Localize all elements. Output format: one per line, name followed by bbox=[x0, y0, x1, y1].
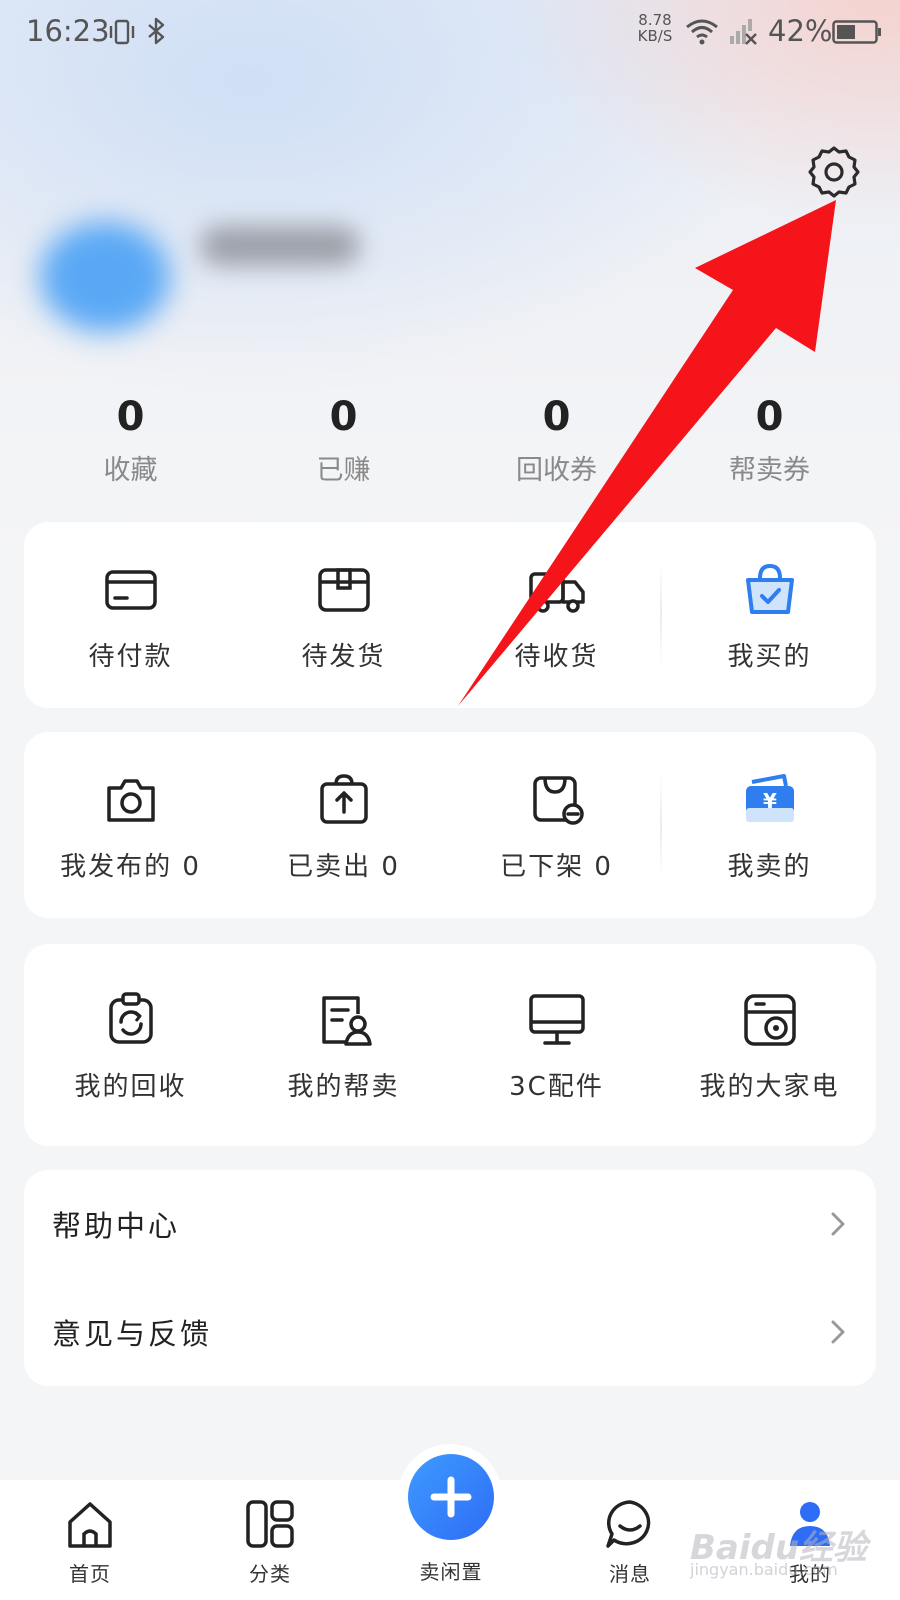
publish-button[interactable] bbox=[408, 1454, 494, 1540]
chevron-right-icon bbox=[831, 1320, 845, 1344]
category-icon bbox=[246, 1500, 294, 1548]
tab-label: 消息 bbox=[609, 1562, 651, 1586]
svg-text:¥: ¥ bbox=[763, 789, 777, 813]
tab-message[interactable]: 消息 bbox=[570, 1480, 690, 1600]
stat-favorites[interactable]: 0 收藏 bbox=[24, 392, 237, 492]
item-label: 待收货 bbox=[514, 641, 599, 672]
tab-label: 首页 bbox=[69, 1562, 111, 1586]
row-label: 意见与反馈 bbox=[52, 1317, 213, 1351]
sold-button[interactable]: 已卖出 0 bbox=[237, 768, 450, 883]
orders-card: 待付款 待发货 待收货 我买的 bbox=[24, 522, 876, 708]
monitor-icon bbox=[528, 993, 585, 1045]
bluetooth-icon bbox=[148, 17, 165, 45]
item-label: 已下架 0 bbox=[500, 851, 613, 882]
vibrate-icon bbox=[109, 19, 135, 45]
stats-row: 0 收藏 0 已赚 0 回收券 0 帮卖券 bbox=[24, 392, 876, 492]
wallet-yen-icon: ¥ bbox=[745, 773, 794, 822]
stat-value: 0 bbox=[542, 394, 571, 440]
item-label: 我的大家电 bbox=[699, 1071, 840, 1102]
item-label: 我的帮卖 bbox=[287, 1071, 400, 1102]
services-card: 我的回收 我的帮卖 3C配件 我的大家电 bbox=[24, 944, 876, 1146]
bag-minus-icon bbox=[532, 775, 584, 825]
upload-bag-icon bbox=[319, 773, 368, 824]
tab-home[interactable]: 首页 bbox=[30, 1480, 150, 1600]
avatar[interactable] bbox=[40, 222, 170, 332]
help-center-row[interactable]: 帮助中心 bbox=[52, 1170, 848, 1278]
feedback-row[interactable]: 意见与反馈 bbox=[52, 1278, 848, 1386]
stat-value: 0 bbox=[329, 394, 358, 440]
stat-value: 0 bbox=[116, 394, 145, 440]
recycle-icon bbox=[108, 991, 153, 1044]
plus-icon bbox=[430, 1476, 472, 1518]
3c-accessories-button[interactable]: 3C配件 bbox=[450, 988, 663, 1103]
my-listings-button[interactable]: 我发布的 0 bbox=[24, 768, 237, 883]
stat-value: 0 bbox=[755, 394, 784, 440]
appliance-icon bbox=[743, 993, 796, 1046]
stat-helpsell-coupons[interactable]: 0 帮卖券 bbox=[663, 392, 876, 492]
stat-label: 已赚 bbox=[316, 455, 371, 486]
my-appliances-button[interactable]: 我的大家电 bbox=[663, 988, 876, 1103]
network-speed-unit: KB/S bbox=[637, 27, 673, 45]
home-icon bbox=[68, 1502, 112, 1548]
tab-label: 分类 bbox=[249, 1562, 291, 1586]
delisted-button[interactable]: 已下架 0 bbox=[450, 768, 663, 883]
package-icon bbox=[317, 567, 370, 612]
stat-label: 回收券 bbox=[516, 455, 597, 486]
stat-label: 收藏 bbox=[103, 455, 158, 486]
row-label: 帮助中心 bbox=[52, 1209, 181, 1243]
item-label: 我买的 bbox=[727, 641, 812, 672]
battery-icon bbox=[832, 20, 881, 44]
card-icon bbox=[104, 569, 157, 610]
message-icon bbox=[606, 1500, 651, 1548]
stat-label: 帮卖券 bbox=[729, 455, 810, 486]
my-purchases-button[interactable]: 我买的 bbox=[663, 558, 876, 673]
stat-recycle-coupons[interactable]: 0 回收券 bbox=[450, 392, 663, 492]
help-list-card: 帮助中心 意见与反馈 bbox=[24, 1170, 876, 1386]
item-label: 待付款 bbox=[88, 641, 173, 672]
item-label: 我卖的 bbox=[727, 851, 812, 882]
tab-category[interactable]: 分类 bbox=[210, 1480, 330, 1600]
pending-receipt-button[interactable]: 待收货 bbox=[450, 558, 663, 673]
camera-icon bbox=[106, 778, 155, 822]
stat-earned[interactable]: 0 已赚 bbox=[237, 392, 450, 492]
my-helpsell-button[interactable]: 我的帮卖 bbox=[237, 988, 450, 1103]
network-speed-value: 8.78 bbox=[638, 11, 672, 29]
item-label: 3C配件 bbox=[509, 1071, 604, 1102]
helper-icon bbox=[321, 995, 372, 1046]
item-label: 我发布的 0 bbox=[60, 851, 201, 882]
signal-icon bbox=[730, 19, 757, 45]
battery-percent: 42% bbox=[768, 14, 833, 48]
watermark-url: jingyan.baidu.com bbox=[690, 1560, 838, 1579]
shopping-bag-icon bbox=[745, 563, 794, 614]
status-time: 16:23 bbox=[26, 14, 110, 48]
item-label: 已卖出 0 bbox=[287, 851, 400, 882]
truck-icon bbox=[528, 571, 585, 613]
chevron-right-icon bbox=[831, 1212, 845, 1236]
gear-icon[interactable] bbox=[806, 144, 862, 200]
my-recycle-button[interactable]: 我的回收 bbox=[24, 988, 237, 1103]
item-label: 我的回收 bbox=[74, 1071, 187, 1102]
pending-shipment-button[interactable]: 待发货 bbox=[237, 558, 450, 673]
selling-card: 我发布的 0 已卖出 0 已下架 0 ¥ 我卖的 bbox=[24, 732, 876, 918]
my-sales-button[interactable]: ¥ 我卖的 bbox=[663, 768, 876, 883]
wifi-icon bbox=[686, 19, 718, 45]
pending-payment-button[interactable]: 待付款 bbox=[24, 558, 237, 673]
status-bar: 16:23 8.78 KB/S 42% bbox=[0, 0, 900, 66]
network-speed: 8.78 KB/S bbox=[634, 12, 676, 44]
item-label: 待发货 bbox=[301, 641, 386, 672]
username[interactable] bbox=[200, 226, 360, 266]
tab-publish-label: 卖闲置 bbox=[419, 1560, 483, 1584]
